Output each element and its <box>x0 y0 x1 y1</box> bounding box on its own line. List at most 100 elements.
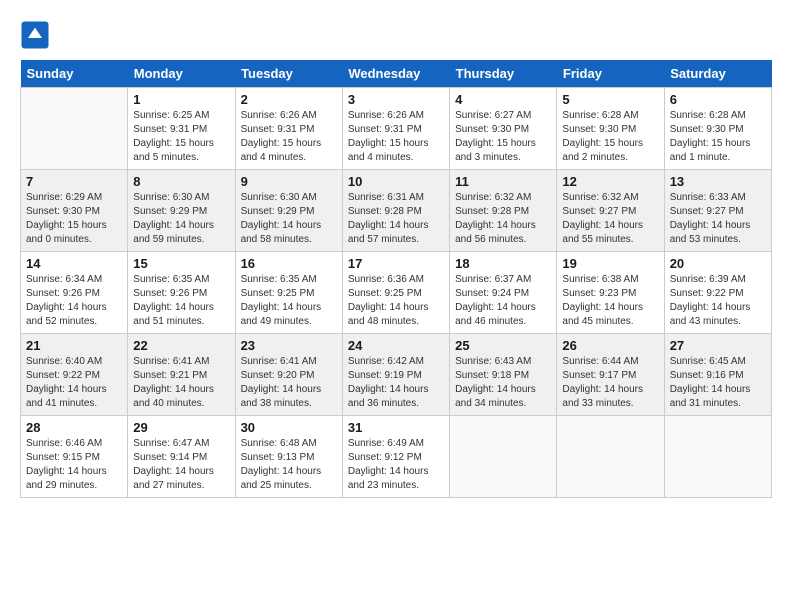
day-info: Sunrise: 6:32 AM Sunset: 9:28 PM Dayligh… <box>455 191 551 247</box>
calendar-table: SundayMondayTuesdayWednesdayThursdayFrid… <box>20 60 772 498</box>
calendar-week-row: 28 Sunrise: 6:46 AM Sunset: 9:15 PM Dayli… <box>21 416 772 498</box>
day-info: Sunrise: 6:40 AM Sunset: 9:22 PM Dayligh… <box>26 355 122 411</box>
day-number: 5 <box>562 92 658 107</box>
day-number: 16 <box>241 256 337 271</box>
day-info: Sunrise: 6:32 AM Sunset: 9:27 PM Dayligh… <box>562 191 658 247</box>
day-number: 24 <box>348 338 444 353</box>
calendar-cell: 22 Sunrise: 6:41 AM Sunset: 9:21 PM Dayli… <box>128 334 235 416</box>
page-header <box>20 20 772 50</box>
day-info: Sunrise: 6:30 AM Sunset: 9:29 PM Dayligh… <box>133 191 229 247</box>
calendar-cell: 8 Sunrise: 6:30 AM Sunset: 9:29 PM Daylig… <box>128 170 235 252</box>
calendar-cell: 17 Sunrise: 6:36 AM Sunset: 9:25 PM Dayli… <box>342 252 449 334</box>
day-info: Sunrise: 6:25 AM Sunset: 9:31 PM Dayligh… <box>133 109 229 165</box>
calendar-cell: 23Sunrise: 6:41 AM Sunset: 9:20 PM Dayli… <box>235 334 342 416</box>
day-number: 9 <box>241 174 337 189</box>
calendar-cell: 21 Sunrise: 6:40 AM Sunset: 9:22 PM Dayli… <box>21 334 128 416</box>
day-number: 18 <box>455 256 551 271</box>
day-number: 15 <box>133 256 229 271</box>
day-number: 25 <box>455 338 551 353</box>
day-number: 3 <box>348 92 444 107</box>
calendar-cell: 18 Sunrise: 6:37 AM Sunset: 9:24 PM Dayli… <box>450 252 557 334</box>
calendar-cell <box>557 416 664 498</box>
day-number: 30 <box>241 420 337 435</box>
day-number: 19 <box>562 256 658 271</box>
weekday-header-row: SundayMondayTuesdayWednesdayThursdayFrid… <box>21 60 772 88</box>
calendar-cell: 24 Sunrise: 6:42 AM Sunset: 9:19 PM Dayli… <box>342 334 449 416</box>
calendar-cell: 4 Sunrise: 6:27 AM Sunset: 9:30 PM Daylig… <box>450 88 557 170</box>
day-number: 13 <box>670 174 766 189</box>
day-number: 14 <box>26 256 122 271</box>
calendar-cell: 15 Sunrise: 6:35 AM Sunset: 9:26 PM Dayli… <box>128 252 235 334</box>
day-number: 4 <box>455 92 551 107</box>
calendar-cell <box>450 416 557 498</box>
day-info: Sunrise: 6:41 AM Sunset: 9:21 PM Dayligh… <box>133 355 229 411</box>
day-info: Sunrise: 6:47 AM Sunset: 9:14 PM Dayligh… <box>133 437 229 493</box>
calendar-cell: 16 Sunrise: 6:35 AM Sunset: 9:25 PM Dayli… <box>235 252 342 334</box>
day-number: 26 <box>562 338 658 353</box>
calendar-cell: 11 Sunrise: 6:32 AM Sunset: 9:28 PM Dayli… <box>450 170 557 252</box>
day-info: Sunrise: 6:38 AM Sunset: 9:23 PM Dayligh… <box>562 273 658 329</box>
calendar-cell: 3 Sunrise: 6:26 AM Sunset: 9:31 PM Daylig… <box>342 88 449 170</box>
day-number: 1 <box>133 92 229 107</box>
day-number: 28 <box>26 420 122 435</box>
calendar-cell: 29 Sunrise: 6:47 AM Sunset: 9:14 PM Dayli… <box>128 416 235 498</box>
calendar-cell: 30 Sunrise: 6:48 AM Sunset: 9:13 PM Dayli… <box>235 416 342 498</box>
weekday-header-friday: Friday <box>557 60 664 88</box>
day-info: Sunrise: 6:28 AM Sunset: 9:30 PM Dayligh… <box>562 109 658 165</box>
day-info: Sunrise: 6:27 AM Sunset: 9:30 PM Dayligh… <box>455 109 551 165</box>
calendar-week-row: 1 Sunrise: 6:25 AM Sunset: 9:31 PM Daylig… <box>21 88 772 170</box>
calendar-cell: 28 Sunrise: 6:46 AM Sunset: 9:15 PM Dayli… <box>21 416 128 498</box>
day-info: Sunrise: 6:37 AM Sunset: 9:24 PM Dayligh… <box>455 273 551 329</box>
day-number: 29 <box>133 420 229 435</box>
calendar-week-row: 21 Sunrise: 6:40 AM Sunset: 9:22 PM Dayli… <box>21 334 772 416</box>
calendar-cell: 5 Sunrise: 6:28 AM Sunset: 9:30 PM Daylig… <box>557 88 664 170</box>
day-number: 17 <box>348 256 444 271</box>
day-number: 27 <box>670 338 766 353</box>
weekday-header-sunday: Sunday <box>21 60 128 88</box>
day-number: 8 <box>133 174 229 189</box>
weekday-header-saturday: Saturday <box>664 60 771 88</box>
calendar-cell: 27 Sunrise: 6:45 AM Sunset: 9:16 PM Dayli… <box>664 334 771 416</box>
day-number: 2 <box>241 92 337 107</box>
weekday-header-thursday: Thursday <box>450 60 557 88</box>
calendar-cell <box>664 416 771 498</box>
day-number: 10 <box>348 174 444 189</box>
calendar-cell: 31 Sunrise: 6:49 AM Sunset: 9:12 PM Dayli… <box>342 416 449 498</box>
day-number: 11 <box>455 174 551 189</box>
day-info: Sunrise: 6:29 AM Sunset: 9:30 PM Dayligh… <box>26 191 122 247</box>
day-info: Sunrise: 6:49 AM Sunset: 9:12 PM Dayligh… <box>348 437 444 493</box>
day-info: Sunrise: 6:35 AM Sunset: 9:25 PM Dayligh… <box>241 273 337 329</box>
day-number: 20 <box>670 256 766 271</box>
day-info: Sunrise: 6:35 AM Sunset: 9:26 PM Dayligh… <box>133 273 229 329</box>
calendar-cell: 2 Sunrise: 6:26 AM Sunset: 9:31 PM Daylig… <box>235 88 342 170</box>
day-number: 7 <box>26 174 122 189</box>
logo-icon <box>20 20 50 50</box>
day-info: Sunrise: 6:42 AM Sunset: 9:19 PM Dayligh… <box>348 355 444 411</box>
calendar-week-row: 7 Sunrise: 6:29 AM Sunset: 9:30 PM Daylig… <box>21 170 772 252</box>
calendar-cell: 12Sunrise: 6:32 AM Sunset: 9:27 PM Dayli… <box>557 170 664 252</box>
calendar-cell: 25 Sunrise: 6:43 AM Sunset: 9:18 PM Dayli… <box>450 334 557 416</box>
day-number: 21 <box>26 338 122 353</box>
day-info: Sunrise: 6:48 AM Sunset: 9:13 PM Dayligh… <box>241 437 337 493</box>
weekday-header-monday: Monday <box>128 60 235 88</box>
day-info: Sunrise: 6:36 AM Sunset: 9:25 PM Dayligh… <box>348 273 444 329</box>
calendar-cell: 10Sunrise: 6:31 AM Sunset: 9:28 PM Dayli… <box>342 170 449 252</box>
day-info: Sunrise: 6:28 AM Sunset: 9:30 PM Dayligh… <box>670 109 766 165</box>
day-info: Sunrise: 6:30 AM Sunset: 9:29 PM Dayligh… <box>241 191 337 247</box>
day-info: Sunrise: 6:34 AM Sunset: 9:26 PM Dayligh… <box>26 273 122 329</box>
day-info: Sunrise: 6:45 AM Sunset: 9:16 PM Dayligh… <box>670 355 766 411</box>
calendar-cell: 26Sunrise: 6:44 AM Sunset: 9:17 PM Dayli… <box>557 334 664 416</box>
day-info: Sunrise: 6:26 AM Sunset: 9:31 PM Dayligh… <box>348 109 444 165</box>
calendar-cell: 7 Sunrise: 6:29 AM Sunset: 9:30 PM Daylig… <box>21 170 128 252</box>
day-number: 23 <box>241 338 337 353</box>
day-number: 31 <box>348 420 444 435</box>
day-info: Sunrise: 6:43 AM Sunset: 9:18 PM Dayligh… <box>455 355 551 411</box>
day-number: 6 <box>670 92 766 107</box>
day-info: Sunrise: 6:46 AM Sunset: 9:15 PM Dayligh… <box>26 437 122 493</box>
day-number: 22 <box>133 338 229 353</box>
day-info: Sunrise: 6:26 AM Sunset: 9:31 PM Dayligh… <box>241 109 337 165</box>
weekday-header-wednesday: Wednesday <box>342 60 449 88</box>
logo <box>20 20 54 50</box>
calendar-cell: 14 Sunrise: 6:34 AM Sunset: 9:26 PM Dayli… <box>21 252 128 334</box>
calendar-cell: 9 Sunrise: 6:30 AM Sunset: 9:29 PM Daylig… <box>235 170 342 252</box>
